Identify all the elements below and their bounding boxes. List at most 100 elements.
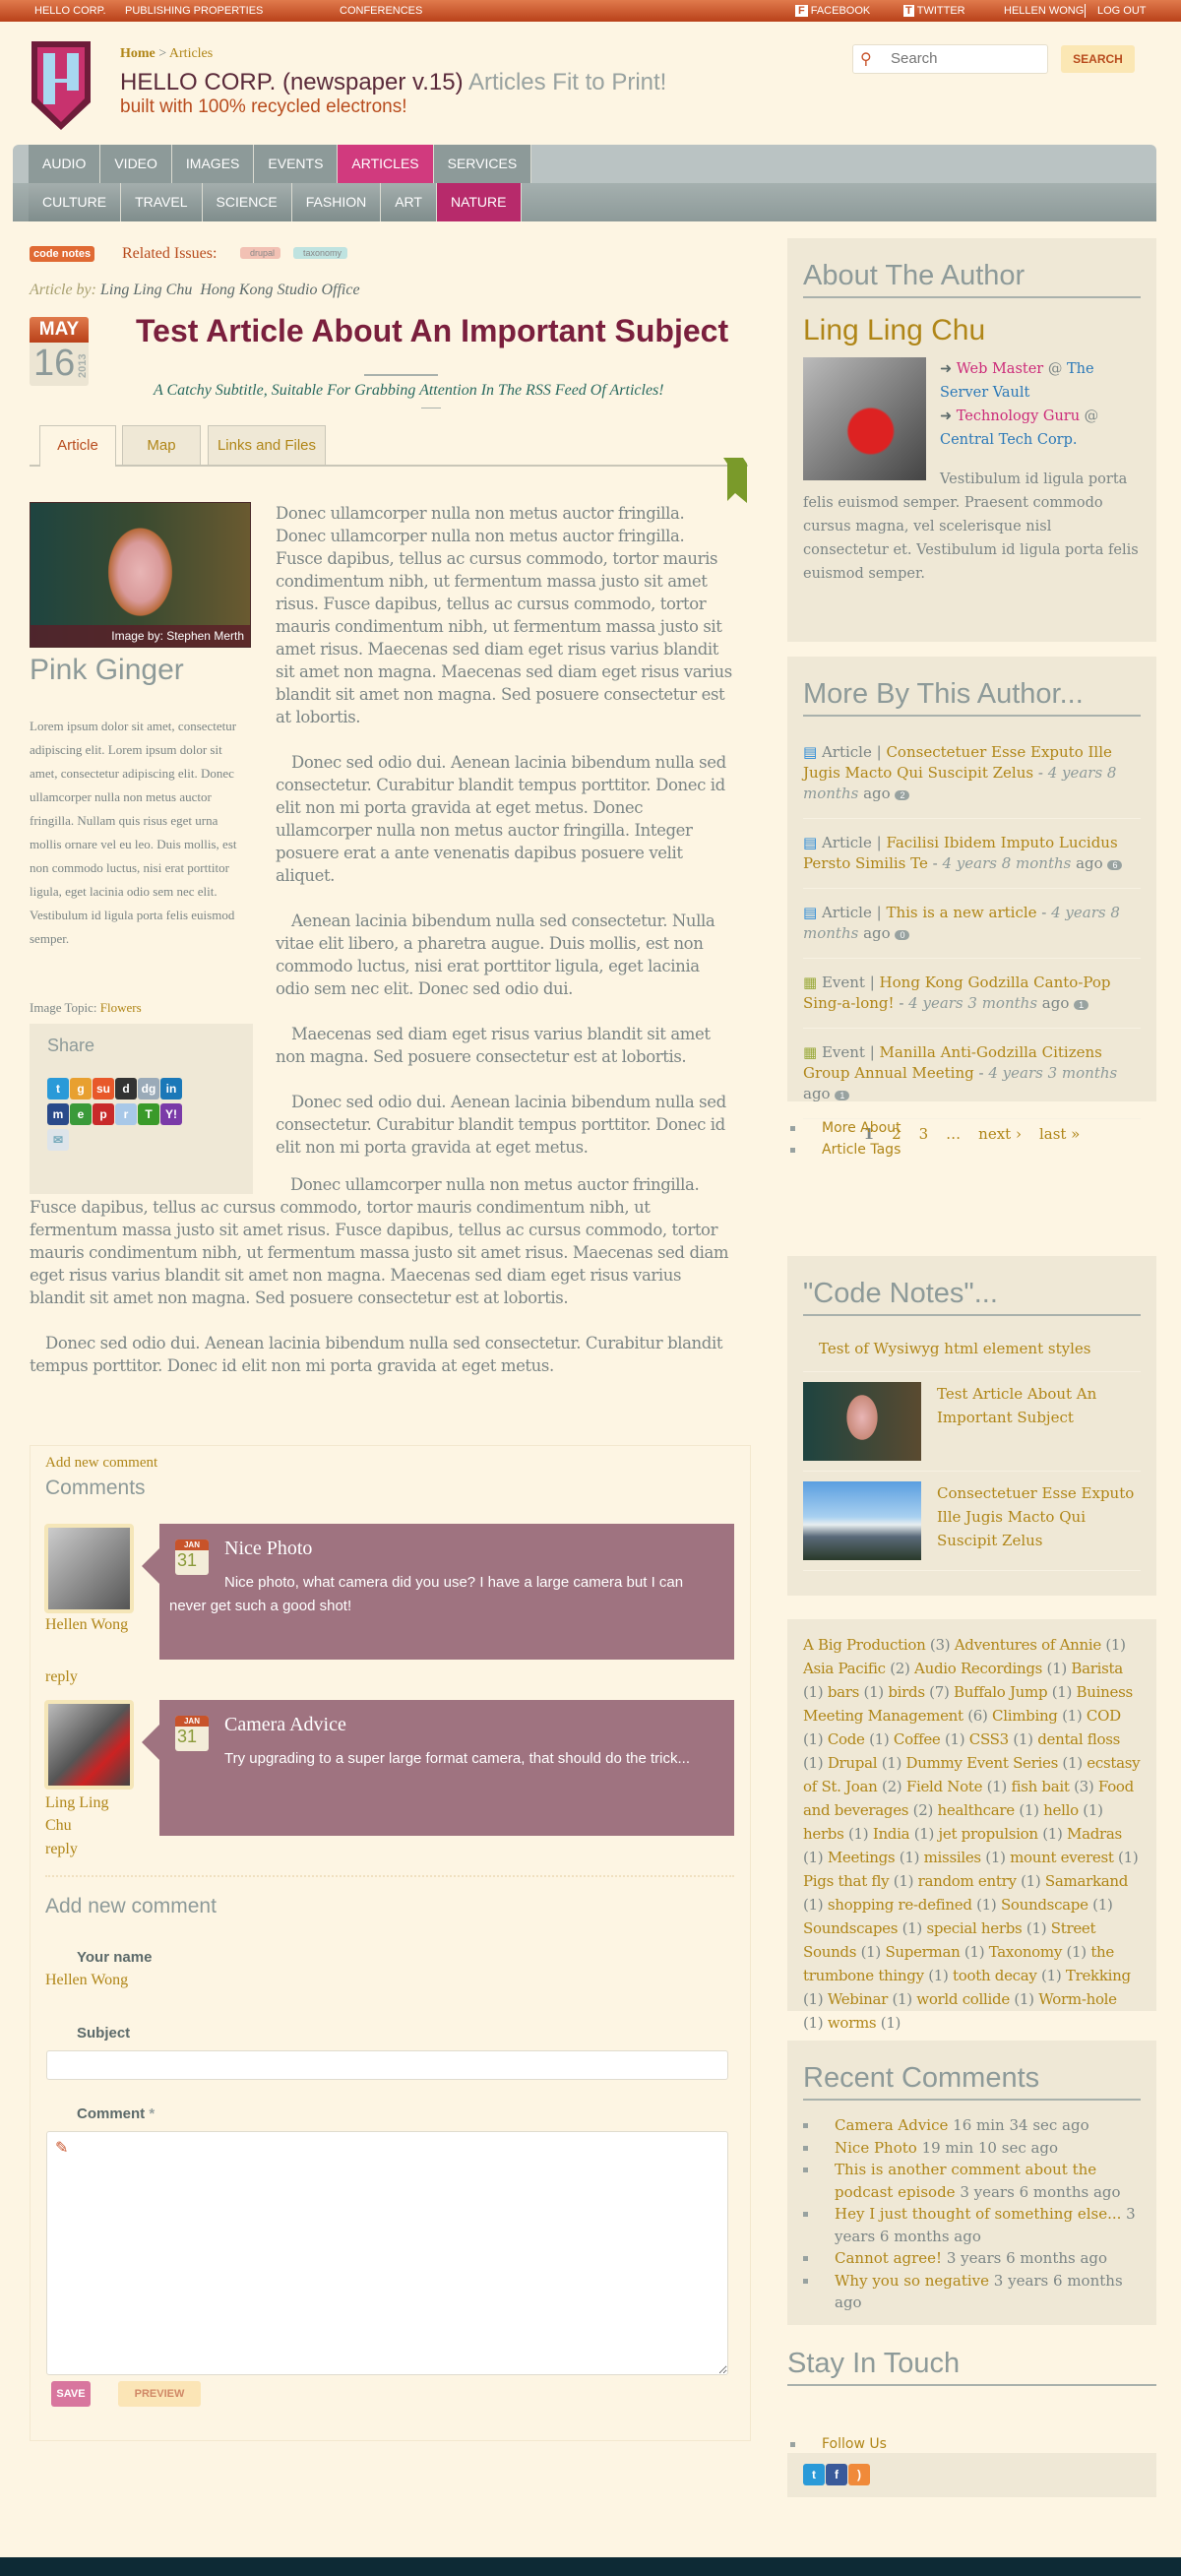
tag-link[interactable]: bars — [828, 1683, 860, 1701]
nav-item-travel[interactable]: TRAVEL — [121, 183, 203, 221]
nav-item-video[interactable]: VIDEO — [100, 145, 172, 183]
reply-link[interactable]: reply — [45, 1668, 78, 1686]
breadcrumb-articles[interactable]: Articles — [169, 46, 213, 61]
tag-link[interactable]: mount everest — [1010, 1849, 1114, 1866]
tag-link[interactable]: Samarkand — [1045, 1872, 1128, 1890]
nav-item-events[interactable]: EVENTS — [254, 145, 339, 183]
tag-link[interactable]: missiles — [924, 1849, 981, 1866]
search-button[interactable]: SEARCH — [1061, 45, 1135, 73]
tab-article[interactable]: Article — [39, 425, 116, 467]
tag-link[interactable]: India — [873, 1825, 910, 1843]
tag-link[interactable]: Madras — [1067, 1825, 1122, 1843]
tag-link[interactable]: Coffee — [894, 1730, 941, 1748]
code-note-thumbnail[interactable] — [803, 1481, 921, 1560]
comment-textarea[interactable] — [46, 2131, 728, 2375]
nav-item-science[interactable]: SCIENCE — [202, 183, 292, 221]
tag-link[interactable]: birds — [888, 1683, 925, 1701]
site-logo[interactable] — [31, 41, 91, 130]
comment-author[interactable]: Ling Ling Chu — [45, 1791, 114, 1837]
add-new-comment-link[interactable]: Add new comment — [45, 1455, 157, 1472]
pager-item[interactable]: next › — [978, 1125, 1022, 1143]
author-name[interactable]: Ling Ling Chu — [803, 314, 1141, 347]
code-notes-badge[interactable]: code notes — [30, 246, 95, 262]
google-icon[interactable]: g — [70, 1078, 92, 1100]
delicious-icon[interactable]: d — [115, 1078, 137, 1100]
image-topic-link[interactable]: Flowers — [100, 1000, 142, 1015]
related-tag-taxonomy[interactable]: taxonomy — [293, 247, 348, 259]
tag-link[interactable]: Taxonomy — [989, 1943, 1063, 1961]
rss-icon[interactable]: ) — [848, 2464, 870, 2485]
tag-link[interactable]: Adventures of Annie — [955, 1636, 1101, 1654]
article-image[interactable]: Image by: Stephen Merth — [30, 502, 251, 648]
tag-link[interactable]: A Big Production — [803, 1636, 926, 1654]
preview-button[interactable]: PREVIEW — [118, 2381, 201, 2407]
tag-link[interactable]: Field Note — [906, 1778, 983, 1795]
stumbleupon-icon[interactable]: su — [93, 1078, 114, 1100]
pager-item[interactable]: last » — [1039, 1125, 1080, 1143]
tag-link[interactable]: Meetings — [828, 1849, 896, 1866]
related-tag-drupal[interactable]: drupal — [240, 247, 281, 259]
tag-link[interactable]: Worm-hole — [1038, 1990, 1117, 2008]
avatar-hellen-wong[interactable] — [44, 1524, 134, 1613]
code-note-link[interactable]: Test of Wysiwyg html element styles — [803, 1316, 1141, 1372]
comment-subject[interactable]: Nice Photo — [224, 1538, 312, 1560]
tag-link[interactable]: shopping re-defined — [828, 1896, 972, 1914]
tag-link[interactable]: tooth decay — [953, 1967, 1037, 1984]
tab-links-and-files[interactable]: Links and Files — [208, 425, 326, 466]
tag-link[interactable]: Drupal — [828, 1754, 878, 1772]
tag-link[interactable]: Asia Pacific — [803, 1660, 886, 1677]
topbar-link-conferences[interactable]: CONFERENCES — [340, 5, 422, 17]
recent-comment-link[interactable]: Nice Photo — [835, 2139, 917, 2157]
tag-link[interactable]: dental floss — [1037, 1730, 1120, 1748]
myspace-icon[interactable]: m — [47, 1103, 69, 1125]
save-button[interactable]: SAVE — [51, 2381, 91, 2407]
follow-us-link[interactable]: Follow Us — [822, 2436, 887, 2452]
search-input[interactable] — [891, 50, 1038, 67]
facebook-icon[interactable]: f — [826, 2464, 847, 2485]
tag-link[interactable]: COD — [1087, 1707, 1121, 1725]
avatar-ling-ling-chu[interactable] — [44, 1700, 134, 1790]
user-link[interactable]: HELLEN WONG — [1004, 5, 1084, 17]
tag-link[interactable]: Pigs that fly — [803, 1872, 890, 1890]
tag-link[interactable]: Soundscape — [1001, 1896, 1088, 1914]
tag-link[interactable]: hello — [1043, 1801, 1079, 1819]
yahoo-icon[interactable]: Y! — [160, 1103, 182, 1125]
nav-item-fashion[interactable]: FASHION — [291, 183, 382, 221]
recent-comment-link[interactable]: Hey I just thought of something else... — [835, 2205, 1121, 2223]
comment-subject[interactable]: Camera Advice — [224, 1714, 346, 1736]
topbar-link-hello-corp[interactable]: HELLO CORP. — [34, 5, 106, 17]
tag-link[interactable]: herbs — [803, 1825, 844, 1843]
tag-link[interactable]: CSS3 — [969, 1730, 1009, 1748]
tag-link[interactable]: Buffalo Jump — [954, 1683, 1048, 1701]
tag-link[interactable]: world collide — [916, 1990, 1010, 2008]
twitter-icon[interactable]: t — [803, 2464, 825, 2485]
email-icon[interactable]: ✉ — [47, 1129, 69, 1151]
tag-link[interactable]: healthcare — [938, 1801, 1016, 1819]
tag-link[interactable]: random entry — [918, 1872, 1017, 1890]
search-field[interactable]: ⚲ — [852, 44, 1048, 74]
code-note-link[interactable]: Consectetuer Esse Exputo Ille Jugis Mact… — [937, 1484, 1134, 1549]
tag-link[interactable]: Soundscapes — [803, 1919, 898, 1937]
nav-item-articles[interactable]: ARTICLES — [338, 145, 434, 183]
author-photo[interactable] — [803, 357, 926, 480]
logout-link[interactable]: LOG OUT — [1097, 5, 1147, 17]
tag-link[interactable]: Superman — [885, 1943, 960, 1961]
article-tags-link[interactable]: Article Tags — [822, 1142, 901, 1158]
nav-item-images[interactable]: IMAGES — [171, 145, 255, 183]
recent-comment-link[interactable]: Why you so negative — [835, 2272, 989, 2290]
pager-item[interactable]: 3 — [919, 1125, 929, 1143]
more-about-link[interactable]: More About — [822, 1120, 901, 1136]
nav-item-nature[interactable]: NATURE — [436, 183, 522, 221]
breadcrumb-home[interactable]: Home — [120, 46, 155, 61]
tag-link[interactable]: Code — [828, 1730, 865, 1748]
twitter-link[interactable]: t TWITTER — [903, 5, 965, 17]
reply-link[interactable]: reply — [45, 1841, 78, 1858]
tag-link[interactable]: Audio Recordings — [914, 1660, 1042, 1677]
code-note-link[interactable]: Test Article About An Important Subject — [937, 1385, 1096, 1426]
name-value[interactable]: Hellen Wong — [45, 1972, 128, 1989]
bookmark-ribbon-icon[interactable] — [723, 458, 747, 503]
reddit-icon[interactable]: r — [115, 1103, 137, 1125]
tag-link[interactable]: Barista — [1071, 1660, 1123, 1677]
tag-link[interactable]: Trekking — [1066, 1967, 1131, 1984]
tab-map[interactable]: Map — [122, 425, 201, 466]
